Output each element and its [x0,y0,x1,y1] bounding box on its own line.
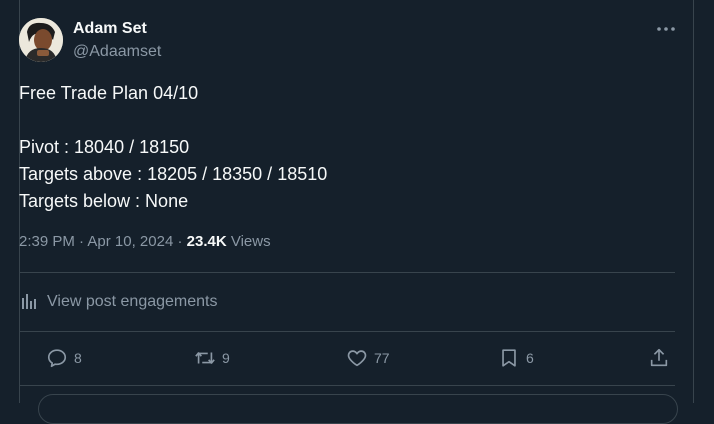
post-time[interactable]: 2:39 PM [19,233,75,250]
bookmark-count: 6 [526,350,534,366]
bar-chart-icon [22,294,36,309]
post-date[interactable]: Apr 10, 2024 [87,233,173,250]
views-count: 23.4K [186,233,227,250]
heart-icon [347,350,367,367]
view-engagements-link[interactable]: View post engagements [19,290,217,314]
reply-icon [47,349,67,368]
meta-separator: · [177,233,183,250]
repost-icon [195,352,215,364]
view-engagements-label[interactable]: View post engagements [47,293,217,311]
share-button[interactable] [648,345,670,371]
like-count: 77 [374,350,390,366]
views-label: Views [230,233,271,250]
author-handle[interactable]: @Adaamset [73,43,161,61]
action-bar: 8 9 77 6 [40,345,672,371]
repost-button[interactable]: 9 [194,345,230,371]
reply-composer[interactable] [38,394,678,424]
post-text: Free Trade Plan 04/10 Pivot : 18040 / 18… [19,80,659,215]
repost-count: 9 [222,350,230,366]
post-line: Free Trade Plan 04/10 [19,83,199,103]
bookmark-button[interactable]: 6 [498,345,534,371]
post-line: Pivot : 18040 / 18150 [19,137,190,157]
like-button[interactable]: 77 [346,345,390,371]
post-line: Targets below : None [19,191,189,211]
post-meta: 2:39 PM · Apr 10, 2024 · 23.4K Views [19,233,271,250]
more-horizontal-icon[interactable] [655,18,677,40]
post-header: Adam Set @Adaamset [19,16,675,64]
reply-count: 8 [74,350,82,366]
avatar[interactable] [19,18,63,62]
reply-button[interactable]: 8 [46,345,82,371]
meta-separator: · [79,233,85,250]
bookmark-icon [502,349,516,367]
post-line: Targets above : 18205 / 18350 / 18510 [19,164,328,184]
divider [19,331,675,332]
author-name[interactable]: Adam Set [73,20,147,38]
post-line [19,107,659,134]
divider [19,272,675,273]
divider [19,385,675,386]
share-icon [650,348,668,367]
